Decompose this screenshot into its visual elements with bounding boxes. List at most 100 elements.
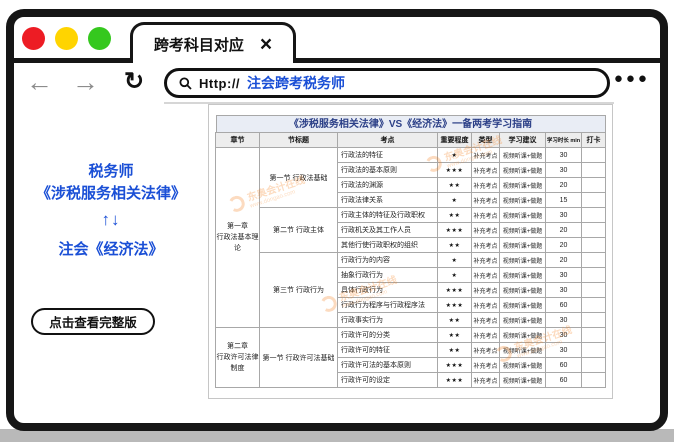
back-icon[interactable]: ← (26, 66, 53, 98)
checkin-cell (582, 343, 606, 358)
table-row: 第二节 行政主体行政主体的特征及行政职权★★补充考点视频听课+做题30 (216, 208, 606, 223)
minutes-cell: 30 (546, 163, 582, 178)
subject-top-book-label: 《涉税服务相关法律》 (14, 182, 208, 203)
minutes-cell: 60 (546, 298, 582, 313)
refresh-icon[interactable]: ↻ (124, 66, 144, 98)
subject-top-label: 税务师 (14, 160, 208, 181)
view-full-version-button[interactable]: 点击查看完整版 (31, 308, 155, 335)
checkin-cell (582, 268, 606, 283)
column-header-7: 打卡 (582, 133, 606, 148)
importance-cell: ★ (438, 148, 472, 163)
minutes-cell: 20 (546, 253, 582, 268)
type-cell: 补充考点 (472, 208, 500, 223)
study-guide-table: 章节节标题考点重要程度类型学习建议学习时长 min打卡第一章行政法基本理论第一节… (215, 132, 606, 388)
minutes-cell: 60 (546, 358, 582, 373)
point-cell: 其他行使行政职权的组织 (338, 238, 438, 253)
advice-cell: 视频听课+做题 (500, 223, 546, 238)
minutes-cell: 20 (546, 178, 582, 193)
checkin-cell (582, 253, 606, 268)
advice-cell: 视频听课+做题 (500, 148, 546, 163)
tab-title: 跨考科目对应 (154, 34, 244, 55)
type-cell: 补充考点 (472, 358, 500, 373)
importance-cell: ★★ (438, 343, 472, 358)
advice-cell: 视频听课+做题 (500, 373, 546, 388)
type-cell: 补充考点 (472, 238, 500, 253)
type-cell: 补充考点 (472, 223, 500, 238)
point-cell: 行政事实行为 (338, 313, 438, 328)
importance-cell: ★★ (438, 208, 472, 223)
type-cell: 补充考点 (472, 328, 500, 343)
browser-toolbar: ← → ↻ Http:// 注会跨考税务师 ●●● (14, 66, 660, 101)
importance-cell: ★★ (438, 313, 472, 328)
section-cell: 第二节 行政主体 (260, 208, 338, 253)
section-cell: 第三节 行政行为 (260, 253, 338, 328)
checkin-cell (582, 298, 606, 313)
table-title: 《涉税服务相关法律》VS《经济法》一备两考学习指南 (216, 115, 606, 132)
advice-cell: 视频听课+做题 (500, 208, 546, 223)
type-cell: 补充考点 (472, 178, 500, 193)
search-icon (179, 77, 192, 90)
chapter-line: 第一章 (216, 221, 259, 232)
column-header-5: 学习建议 (500, 133, 546, 148)
chapter-line: 行政法基本理论 (216, 232, 259, 254)
table-header-row: 章节节标题考点重要程度类型学习建议学习时长 min打卡 (216, 133, 606, 148)
address-bar[interactable]: Http:// 注会跨考税务师 (164, 68, 610, 98)
advice-cell: 视频听课+做题 (500, 178, 546, 193)
swap-arrows-icon: ↑↓ (14, 210, 208, 230)
type-cell: 补充考点 (472, 148, 500, 163)
point-cell: 行政许可的特征 (338, 343, 438, 358)
column-header-3: 重要程度 (438, 133, 472, 148)
point-cell: 行政法的特征 (338, 148, 438, 163)
url-protocol: Http:// (199, 76, 240, 91)
minutes-cell: 30 (546, 313, 582, 328)
checkin-cell (582, 328, 606, 343)
point-cell: 行政许可的设定 (338, 373, 438, 388)
checkin-cell (582, 358, 606, 373)
advice-cell: 视频听课+做题 (500, 298, 546, 313)
advice-cell: 视频听课+做题 (500, 313, 546, 328)
traffic-light-minimize-icon[interactable] (55, 27, 78, 50)
tab-close-icon[interactable]: × (260, 34, 272, 55)
table-row: 第二章行政许可法律制度第一节 行政许可法基础行政许可的分类★★补充考点视频听课+… (216, 328, 606, 343)
importance-cell: ★★★ (438, 163, 472, 178)
column-header-2: 考点 (338, 133, 438, 148)
type-cell: 补充考点 (472, 313, 500, 328)
traffic-light-close-icon[interactable] (22, 27, 45, 50)
type-cell: 补充考点 (472, 283, 500, 298)
column-header-0: 章节 (216, 133, 260, 148)
checkin-cell (582, 223, 606, 238)
point-cell: 行政许可法的基本原则 (338, 358, 438, 373)
overflow-menu-icon[interactable]: ●●● (614, 70, 650, 87)
advice-cell: 视频听课+做题 (500, 163, 546, 178)
minutes-cell: 30 (546, 268, 582, 283)
screenshot-canvas: 跨考科目对应 × ← → ↻ Http:// 注会跨考税务师 ●●● 税务师 《… (0, 0, 674, 442)
url-text: 注会跨考税务师 (247, 73, 345, 93)
importance-cell: ★★★ (438, 358, 472, 373)
checkin-cell (582, 193, 606, 208)
importance-cell: ★★ (438, 238, 472, 253)
minutes-cell: 30 (546, 343, 582, 358)
column-header-1: 节标题 (260, 133, 338, 148)
importance-cell: ★ (438, 193, 472, 208)
point-cell: 行政法律关系 (338, 193, 438, 208)
content-panel: 《涉税服务相关法律》VS《经济法》一备两考学习指南 章节节标题考点重要程度类型学… (208, 104, 613, 399)
traffic-light-maximize-icon[interactable] (88, 27, 111, 50)
forward-icon[interactable]: → (72, 66, 99, 98)
advice-cell: 视频听课+做题 (500, 358, 546, 373)
section-cell: 第一节 行政法基础 (260, 148, 338, 208)
browser-tab[interactable]: 跨考科目对应 × (130, 22, 296, 63)
traffic-lights (22, 27, 111, 50)
checkin-cell (582, 313, 606, 328)
advice-cell: 视频听课+做题 (500, 328, 546, 343)
point-cell: 行政行为的内容 (338, 253, 438, 268)
point-cell: 行政主体的特征及行政职权 (338, 208, 438, 223)
chapter-cell: 第二章行政许可法律制度 (216, 328, 260, 388)
column-header-6: 学习时长 min (546, 133, 582, 148)
advice-cell: 视频听课+做题 (500, 193, 546, 208)
browser-window: 跨考科目对应 × ← → ↻ Http:// 注会跨考税务师 ●●● 税务师 《… (6, 9, 668, 431)
importance-cell: ★★★ (438, 298, 472, 313)
chapter-line: 第二章 (216, 341, 259, 352)
section-cell: 第一节 行政许可法基础 (260, 328, 338, 388)
table-row: 第三节 行政行为行政行为的内容★补充考点视频听课+做题20 (216, 253, 606, 268)
minutes-cell: 30 (546, 283, 582, 298)
